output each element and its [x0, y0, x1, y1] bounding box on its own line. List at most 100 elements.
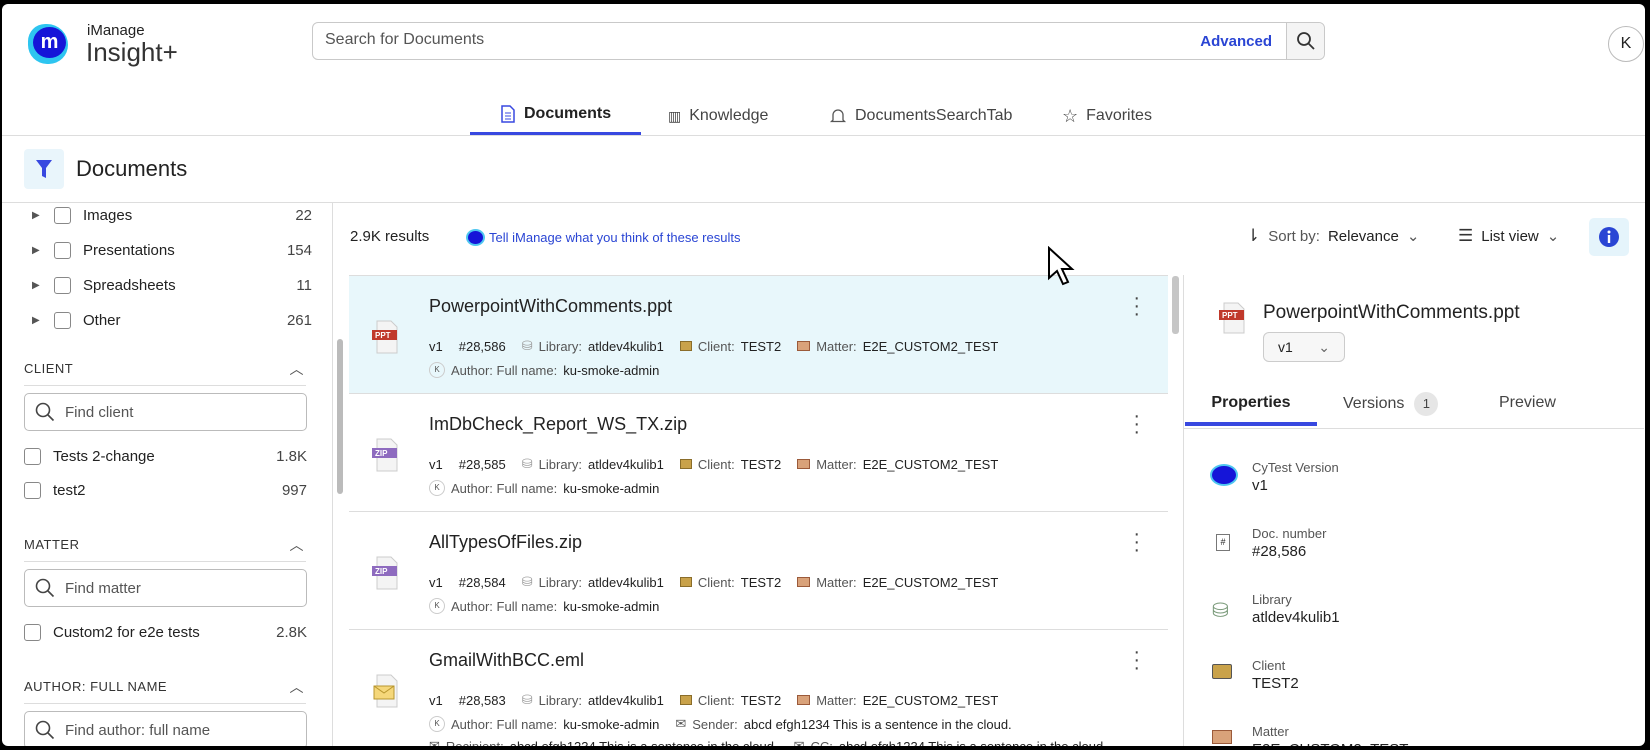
matter-label: Matter: — [816, 574, 857, 590]
info-panel-button[interactable] — [1589, 218, 1629, 256]
expand-caret-icon[interactable]: ▶ — [32, 315, 42, 326]
tab-versions[interactable]: Versions 1 — [1343, 392, 1439, 426]
tab-properties[interactable]: Properties — [1185, 392, 1317, 426]
feedback-text: Tell iManage what you think of these res… — [489, 230, 741, 245]
filter-count: 154 — [286, 241, 312, 259]
property-value: atldev4kulib1 — [1252, 609, 1340, 626]
document-row[interactable]: ZIP ImDbCheck_Report_WS_TX.zip · · · v1 #2… — [349, 394, 1168, 512]
filter-count: 1.8K — [276, 447, 307, 465]
document-row[interactable]: ZIP AllTypesOfFiles.zip · · · v1 #28,584 ⛁… — [349, 512, 1168, 630]
checkbox[interactable] — [54, 206, 71, 224]
matter-section-header[interactable]: MATTER ︿ — [24, 537, 306, 562]
search-button[interactable] — [1286, 23, 1324, 59]
svg-text:ZIP: ZIP — [375, 449, 388, 458]
filter-icon — [36, 160, 52, 178]
client-section-header[interactable]: CLIENT ︿ — [24, 361, 306, 386]
author-value: ku-smoke-admin — [563, 480, 660, 496]
feedback-link[interactable]: Tell iManage what you think of these res… — [468, 230, 740, 245]
matter-filter-item[interactable]: Custom2 for e2e tests 2.8K — [2, 617, 307, 647]
books-icon: ▥ — [668, 107, 682, 124]
filter-scrollbar[interactable] — [337, 339, 343, 494]
checkbox[interactable] — [54, 276, 71, 294]
document-row[interactable]: GmailWithBCC.eml · · · v1 #28,583 ⛁ Library… — [349, 630, 1168, 746]
more-options-icon[interactable]: · · · — [1133, 406, 1140, 442]
bell-icon — [829, 109, 847, 123]
matter-search-field[interactable]: Find matter — [24, 569, 307, 607]
find-author-input[interactable] — [65, 721, 295, 738]
sort-label: Sort by: — [1268, 227, 1320, 245]
expand-caret-icon[interactable]: ▶ — [32, 280, 42, 291]
tab-documents-search[interactable]: DocumentsSearchTab — [799, 96, 1042, 136]
sort-dropdown[interactable]: ⇂ Sort by: Relevance ⌄ — [1246, 226, 1419, 246]
search-bar: Advanced — [312, 22, 1325, 60]
filter-type-3[interactable]: ▶ Other 261 — [2, 305, 312, 335]
more-options-icon[interactable]: · · · — [1133, 288, 1140, 324]
find-client-input[interactable] — [65, 403, 295, 420]
filter-toggle-button[interactable] — [24, 149, 64, 189]
author-avatar-icon: K — [429, 362, 445, 378]
tab-label: Versions — [1343, 395, 1405, 412]
filter-type-1[interactable]: ▶ Presentations 154 — [2, 235, 312, 265]
briefcase-icon — [679, 459, 692, 469]
document-name[interactable]: AllTypesOfFiles.zip — [429, 532, 582, 553]
sender-value: abcd efgh1234 This is a sentence in the … — [743, 716, 1012, 732]
author-avatar-icon: K — [429, 598, 445, 614]
doc-number: #28,583 — [458, 692, 506, 708]
library-value: atldev4kulib1 — [588, 456, 664, 472]
tab-knowledge[interactable]: ▥ Knowledge — [638, 96, 798, 136]
filter-type-0[interactable]: ▶ Images 22 — [2, 203, 312, 230]
matter-icon — [797, 577, 811, 587]
section-title: MATTER — [24, 537, 80, 552]
cc-value: abcd efgh1234 This is a sentence in the … — [838, 738, 1107, 747]
tab-favorites[interactable]: ☆ Favorites — [1032, 96, 1182, 136]
doc-version: v1 — [429, 692, 443, 708]
filter-type-2[interactable]: ▶ Spreadsheets 11 — [2, 270, 312, 300]
chevron-down-icon: ⌄ — [1406, 228, 1420, 245]
section-title: AUTHOR: FULL NAME — [24, 679, 168, 694]
library-value: atldev4kulib1 — [588, 338, 664, 354]
expand-caret-icon[interactable]: ▶ — [32, 210, 42, 221]
checkbox[interactable] — [24, 481, 41, 499]
matter-value: E2E_CUSTOM2_TEST — [862, 692, 999, 708]
more-options-icon[interactable]: · · · — [1133, 642, 1140, 678]
checkbox[interactable] — [24, 447, 41, 465]
matter-value: E2E_CUSTOM2_TEST — [862, 456, 999, 472]
author-section-header[interactable]: AUTHOR: FULL NAME ︿ — [24, 679, 306, 704]
checkbox[interactable] — [24, 623, 41, 641]
chevron-up-icon: ︿ — [289, 679, 304, 695]
svg-text:PPT: PPT — [375, 331, 391, 340]
document-row[interactable]: PPT PowerpointWithComments.ppt · · · v1 #2… — [349, 276, 1168, 394]
tab-documents[interactable]: Documents — [470, 96, 642, 136]
filter-label: Images — [83, 206, 133, 224]
sender-label: Sender: — [692, 716, 738, 732]
advanced-search-link[interactable]: Advanced — [1200, 33, 1272, 50]
chevron-down-icon: ⌄ — [1318, 339, 1330, 355]
document-name[interactable]: PowerpointWithComments.ppt — [429, 296, 672, 317]
tab-preview[interactable]: Preview — [1499, 392, 1556, 426]
document-icon — [501, 105, 515, 123]
app-window: m iManage Insight+ Advanced K Documents … — [2, 4, 1645, 746]
author-search-field[interactable]: Find author: full name — [24, 711, 307, 746]
results-scrollbar[interactable] — [1172, 276, 1179, 334]
more-options-icon[interactable]: · · · — [1133, 524, 1140, 560]
filter-count: 2.8K — [276, 623, 307, 641]
client-label: Client: — [697, 456, 735, 472]
checkbox[interactable] — [54, 311, 71, 329]
document-name[interactable]: ImDbCheck_Report_WS_TX.zip — [429, 414, 687, 435]
expand-caret-icon[interactable]: ▶ — [32, 245, 42, 256]
author-label: Author: Full name: — [451, 598, 558, 614]
client-filter-item[interactable]: Tests 2-change 1.8K — [2, 441, 307, 471]
client-search-field[interactable]: Find client — [24, 393, 307, 431]
document-name[interactable]: GmailWithBCC.eml — [429, 650, 584, 671]
filter-label: Custom2 for e2e tests — [53, 623, 200, 641]
email-file-icon — [373, 674, 398, 708]
search-input[interactable] — [325, 31, 1125, 49]
ppt-file-icon: PPT — [1218, 302, 1248, 339]
view-dropdown[interactable]: ☰ List view ⌄ — [1458, 226, 1559, 246]
results-count: 2.9K results — [350, 228, 430, 245]
find-matter-input[interactable] — [65, 579, 295, 596]
user-avatar[interactable]: K — [1608, 26, 1644, 62]
version-select[interactable]: v1 ⌄ — [1263, 332, 1345, 362]
checkbox[interactable] — [54, 241, 71, 259]
client-filter-item[interactable]: test2 997 — [2, 475, 307, 505]
